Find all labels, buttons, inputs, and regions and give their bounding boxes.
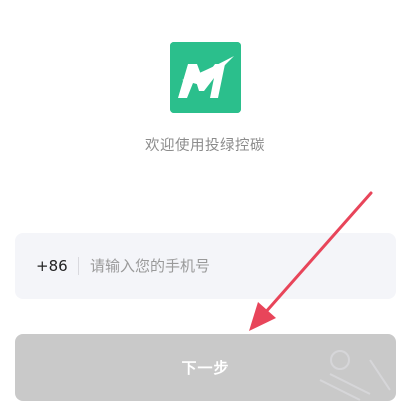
phone-input-container: +86 <box>15 233 396 299</box>
next-button[interactable]: 下一步 <box>15 334 396 401</box>
phone-number-input[interactable] <box>90 233 380 299</box>
welcome-text: 欢迎使用投绿控碳 <box>145 138 265 154</box>
country-code-selector[interactable]: +86 <box>36 233 68 299</box>
app-logo-icon <box>170 42 241 113</box>
login-page: 欢迎使用投绿控碳 +86 下一步 <box>0 0 410 417</box>
divider <box>78 257 79 275</box>
